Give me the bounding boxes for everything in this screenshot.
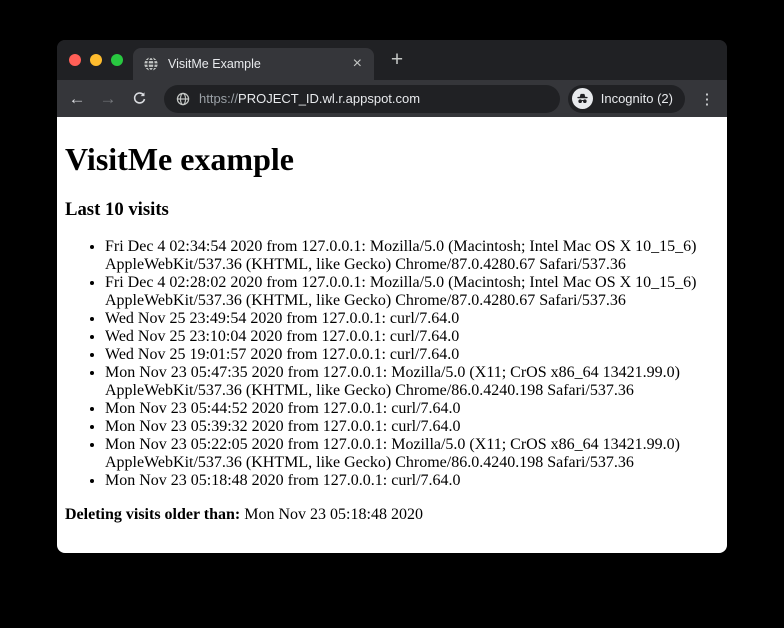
visit-list-item: Wed Nov 25 23:10:04 2020 from 127.0.0.1:… [105, 328, 719, 346]
visit-list: Fri Dec 4 02:34:54 2020 from 127.0.0.1: … [65, 238, 719, 490]
zoom-window-button[interactable] [111, 54, 123, 66]
site-globe-icon [176, 92, 190, 106]
visit-list-item: Mon Nov 23 05:47:35 2020 from 127.0.0.1:… [105, 364, 719, 400]
visit-list-item: Fri Dec 4 02:28:02 2020 from 127.0.0.1: … [105, 274, 719, 310]
visit-list-item: Mon Nov 23 05:39:32 2020 from 127.0.0.1:… [105, 418, 719, 436]
tab-visitme-example[interactable]: VisitMe Example × [133, 48, 374, 80]
visit-list-item: Mon Nov 23 05:44:52 2020 from 127.0.0.1:… [105, 400, 719, 418]
deletion-note-value: Mon Nov 23 05:18:48 2020 [244, 506, 423, 523]
page-title: VisitMe example [65, 141, 294, 177]
visit-list-item: Mon Nov 23 05:22:05 2020 from 127.0.0.1:… [105, 436, 719, 472]
browser-toolbar: ← → https://PROJECT_ID.wl.r.appspot.com [57, 80, 727, 117]
minimize-window-button[interactable] [90, 54, 102, 66]
visit-list-item: Wed Nov 25 19:01:57 2020 from 127.0.0.1:… [105, 346, 719, 364]
url-host: PROJECT_ID.wl.r.appspot.com [238, 91, 421, 106]
incognito-label: Incognito (2) [600, 91, 673, 106]
browser-window: VisitMe Example × + ← → https:// PROJECT… [57, 40, 727, 553]
new-tab-button[interactable]: + [384, 47, 410, 73]
desktop-background: VisitMe Example × + ← → https:// PROJECT… [0, 0, 784, 628]
forward-button[interactable]: → [96, 87, 120, 111]
close-tab-icon[interactable]: × [351, 56, 364, 72]
visit-list-item: Fri Dec 4 02:34:54 2020 from 127.0.0.1: … [105, 238, 719, 274]
tab-strip: VisitMe Example × + [57, 40, 727, 80]
url-scheme: https:// [199, 91, 239, 106]
visit-list-item: Wed Nov 25 23:49:54 2020 from 127.0.0.1:… [105, 310, 719, 328]
page-content: VisitMe example Last 10 visits Fri Dec 4… [57, 117, 727, 553]
tab-title: VisitMe Example [168, 57, 261, 71]
reload-icon [133, 92, 145, 104]
incognito-badge: Incognito (2) [567, 84, 685, 113]
address-bar[interactable]: https://PROJECT_ID.wl.r.appspot.com [164, 84, 560, 113]
deletion-note-label: Deleting visits older than: [65, 506, 241, 523]
deletion-note: Deleting visits older than: Mon Nov 23 0… [65, 506, 719, 524]
back-button[interactable]: ← [65, 87, 89, 111]
window-controls [69, 40, 123, 80]
kebab-menu-icon[interactable]: ⋮ [697, 90, 717, 108]
globe-icon [143, 56, 159, 72]
section-heading: Last 10 visits [65, 199, 169, 220]
reload-button[interactable] [127, 87, 151, 111]
close-window-button[interactable] [69, 54, 81, 66]
visit-list-item: Mon Nov 23 05:18:48 2020 from 127.0.0.1:… [105, 472, 719, 490]
incognito-icon [571, 88, 593, 109]
